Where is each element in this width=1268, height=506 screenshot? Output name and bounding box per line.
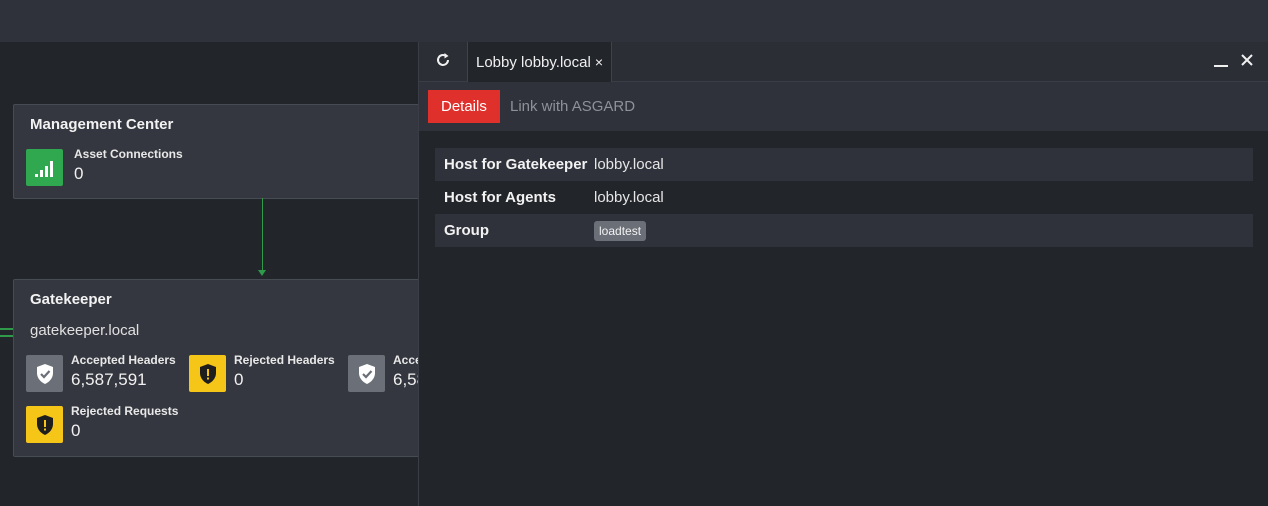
properties-table: Host for Gatekeeper lobby.local Host for… [435,148,1253,247]
group-tag[interactable]: loadtest [594,221,647,241]
node-title: Management Center [30,116,174,133]
metric-label: Accepted Headers [71,353,176,367]
connection-line [262,198,263,274]
tab-label: Lobby lobby.local [476,53,591,71]
detail-panel: Lobby lobby.local × Details Link with AS… [418,42,1268,506]
node-host: gatekeeper.local [30,322,140,339]
top-bar [0,0,1268,42]
metric-value: 0 [234,370,244,389]
property-key: Host for Agents [444,189,556,206]
tab-lobby[interactable]: Lobby lobby.local × [468,42,612,82]
metric-value: 0 [74,164,84,183]
gatekeeper-node[interactable]: Gatekeeper gatekeeper.local Accepted Hea… [13,279,418,457]
shield-check-icon [348,355,385,392]
shield-alert-icon [26,406,63,443]
metric-value: 6,587,591 [71,370,147,389]
management-center-node[interactable]: Management Center Asset Connections 0 [13,104,418,199]
tab-link-with-asgard[interactable]: Link with ASGARD [497,90,648,123]
metric-value: 0 [71,421,81,440]
close-icon [1241,53,1253,71]
rejected-requests-metric: Rejected Requests 0 [26,404,186,444]
table-row: Host for Agents lobby.local [435,181,1253,214]
signal-bars-icon [26,149,63,186]
panel-subtabs: Details Link with ASGARD [419,82,1268,131]
tab-close-icon[interactable]: × [595,54,603,70]
connection-line [0,335,14,337]
arrow-head-icon [258,270,266,276]
metric-value: 6,58 [393,370,418,389]
property-key: Group [444,222,489,239]
property-key: Host for Gatekeeper [444,156,588,173]
close-button[interactable] [1237,52,1257,72]
rejected-headers-metric: Rejected Headers 0 [189,353,349,393]
property-value: lobby.local [594,156,664,173]
tab-details[interactable]: Details [428,90,500,123]
asset-connections-metric: Asset Connections 0 [26,147,226,187]
minimize-icon [1213,52,1229,73]
connection-line [0,328,14,330]
table-row: Group loadtest [435,214,1253,247]
minimize-button[interactable] [1211,52,1231,72]
node-title: Gatekeeper [30,291,112,308]
panel-tab-bar: Lobby lobby.local × [419,42,1268,82]
accepted-requests-metric: Acce 6,58 [348,353,418,393]
refresh-icon [435,52,451,73]
accepted-headers-metric: Accepted Headers 6,587,591 [26,353,186,393]
shield-check-icon [26,355,63,392]
topology-canvas[interactable]: Management Center Asset Connections 0 Ga… [0,42,418,506]
metric-label: Rejected Headers [234,353,335,367]
metric-label: Acce [393,353,418,367]
property-value: lobby.local [594,189,664,206]
refresh-button[interactable] [419,42,468,82]
table-row: Host for Gatekeeper lobby.local [435,148,1253,181]
metric-label: Rejected Requests [71,404,179,418]
shield-alert-icon [189,355,226,392]
metric-label: Asset Connections [74,147,183,161]
